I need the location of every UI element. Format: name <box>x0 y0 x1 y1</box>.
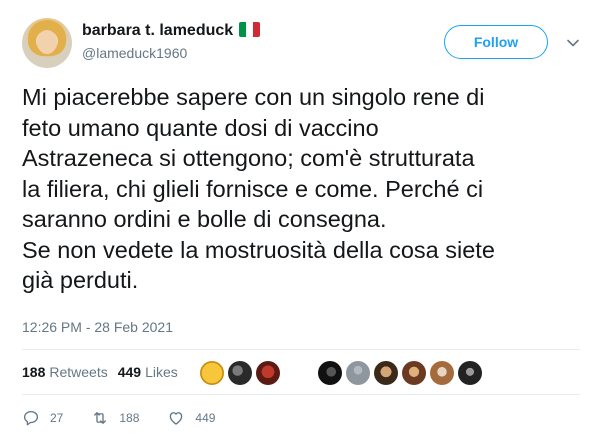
liker-avatar[interactable] <box>200 361 224 385</box>
tweet-card: barbara t. lameduck @lameduck1960 Follow… <box>0 0 602 444</box>
author-name-text: barbara t. lameduck <box>82 22 234 39</box>
divider <box>22 349 580 350</box>
author-avatar[interactable] <box>22 18 72 68</box>
liker-avatar[interactable] <box>402 361 426 385</box>
tweet-actions: 27 188 449 <box>22 409 243 427</box>
tweet-timestamp[interactable]: 12:26 PM - 28 Feb 2021 <box>22 319 173 335</box>
author-handle[interactable]: @lameduck1960 <box>82 45 187 61</box>
tweet-text: Mi piacerebbe sapere con un singolo rene… <box>22 84 495 293</box>
liker-avatars-group-1 <box>200 361 284 385</box>
likes-stat[interactable]: 449 Likes <box>118 364 178 380</box>
likes-label: Likes <box>145 364 178 380</box>
retweet-count: 188 <box>119 411 140 425</box>
retweets-stat[interactable]: 188 Retweets <box>22 364 108 380</box>
author-display-name[interactable]: barbara t. lameduck <box>82 22 261 40</box>
engagement-stats: 188 Retweets 449 Likes <box>22 364 188 380</box>
follow-button[interactable]: Follow <box>444 25 548 59</box>
retweets-label: Retweets <box>49 364 108 380</box>
divider <box>22 394 580 395</box>
italy-flag-icon <box>239 22 261 37</box>
like-count: 449 <box>195 411 216 425</box>
chevron-down-icon[interactable] <box>566 36 580 50</box>
liker-avatar[interactable] <box>318 361 342 385</box>
liker-avatar[interactable] <box>374 361 398 385</box>
retweet-icon <box>94 412 107 424</box>
like-action[interactable]: 449 <box>167 409 215 427</box>
liker-avatar[interactable] <box>430 361 454 385</box>
liker-avatar[interactable] <box>228 361 252 385</box>
liker-avatar[interactable] <box>346 361 370 385</box>
heart-icon <box>170 412 183 425</box>
liker-avatar[interactable] <box>458 361 482 385</box>
liker-avatar[interactable] <box>256 361 280 385</box>
liker-avatars-group-2 <box>318 361 486 385</box>
reply-count: 27 <box>50 411 64 425</box>
reply-icon <box>23 410 39 426</box>
likes-count: 449 <box>117 364 142 380</box>
retweets-count: 188 <box>22 364 46 380</box>
reply-action[interactable]: 27 <box>22 409 63 427</box>
retweet-action[interactable]: 188 <box>91 409 139 427</box>
